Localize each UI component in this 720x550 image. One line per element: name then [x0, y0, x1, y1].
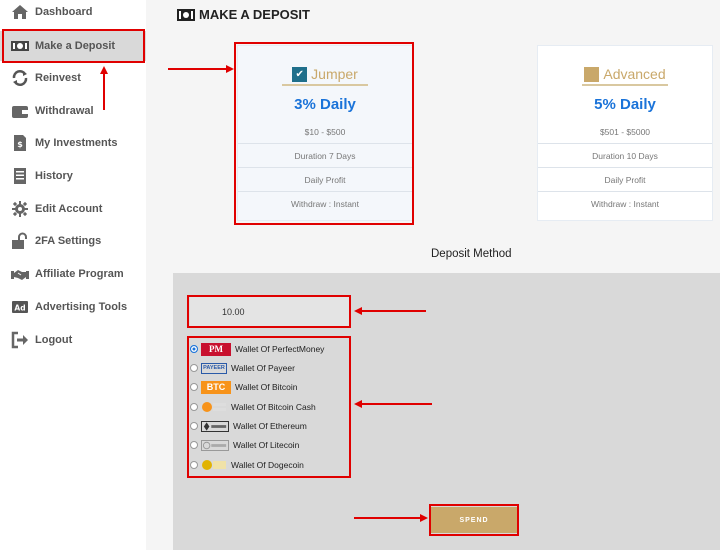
annotation-arrows	[100, 65, 432, 522]
